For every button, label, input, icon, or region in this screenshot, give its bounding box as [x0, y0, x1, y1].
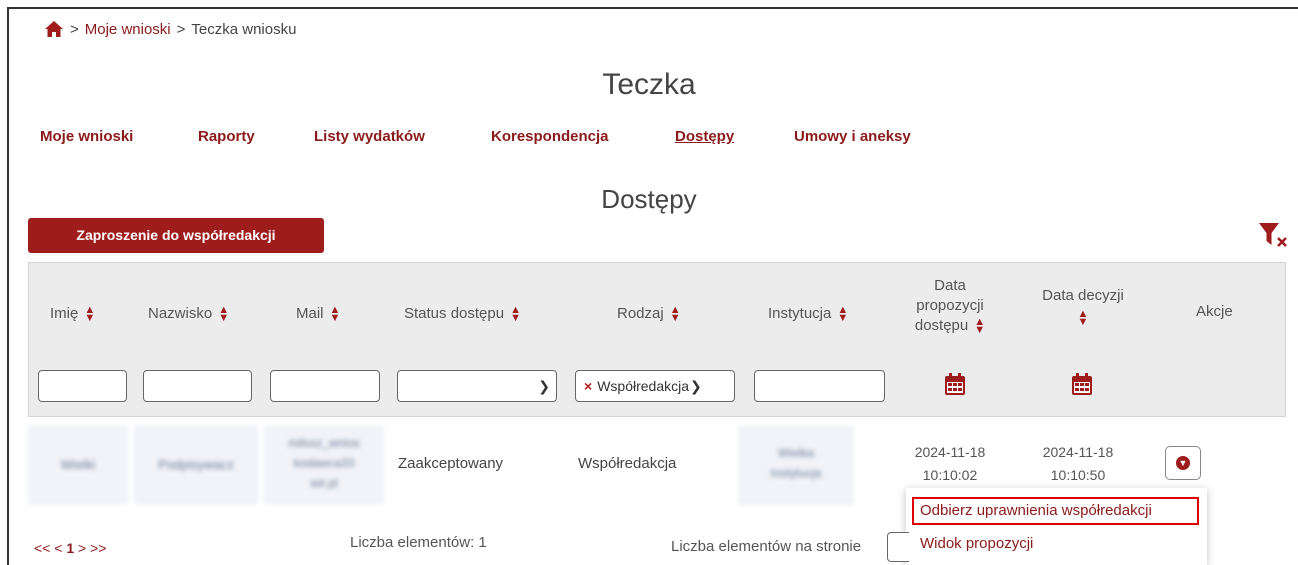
breadcrumb-link-moje-wnioski[interactable]: Moje wnioski — [85, 21, 171, 38]
filter-status-select[interactable]: ❯ — [397, 370, 557, 402]
remove-tag-icon[interactable]: × — [584, 378, 592, 394]
column-header-mail[interactable]: Mail ▲ ▼ — [296, 304, 340, 324]
column-label: Rodzaj — [617, 305, 664, 322]
sort-icon[interactable]: ▲ ▼ — [670, 305, 681, 324]
column-header-nazwisko[interactable]: Nazwisko ▲ ▼ — [148, 304, 229, 324]
calendar-icon[interactable] — [944, 372, 966, 396]
tab-moje-wnioski[interactable]: Moje wnioski — [40, 128, 133, 145]
cell-date: 2024-11-18 — [914, 444, 986, 460]
sort-icon[interactable]: ▲ ▼ — [218, 305, 229, 324]
pager-prev[interactable]: < — [54, 540, 62, 556]
column-label: Mail — [296, 305, 324, 322]
chevron-down-icon: ❯ — [538, 377, 550, 394]
cell-time: 10:10:02 — [922, 467, 978, 483]
column-label: Status dostępu — [404, 305, 505, 322]
column-label: dostępu — [914, 317, 969, 334]
filter-nazwisko-input[interactable] — [143, 370, 252, 402]
tab-raporty[interactable]: Raporty — [198, 128, 255, 145]
sort-icon[interactable]: ▲ ▼ — [330, 305, 341, 324]
tab-korespondencja[interactable]: Korespondencja — [491, 128, 609, 145]
column-label: Imię — [50, 305, 79, 322]
column-header-instytucja[interactable]: Instytucja ▲ ▼ — [768, 304, 848, 324]
column-label: Data decyzji — [1042, 287, 1124, 304]
column-header-data-decyzji[interactable]: Data decyzji ▲ ▼ — [1028, 286, 1138, 328]
column-label: propozycji — [916, 297, 984, 314]
cell-date: 2024-11-18 — [1042, 444, 1114, 460]
cell-time: 10:10:50 — [1050, 467, 1106, 483]
filter-clear-icon[interactable] — [1258, 222, 1288, 248]
chevron-down-icon: ❯ — [690, 377, 702, 394]
sort-icon[interactable]: ▲ ▼ — [510, 305, 521, 324]
per-page-select[interactable] — [887, 532, 909, 562]
filter-imie-input[interactable] — [38, 370, 127, 402]
tab-dostepy[interactable]: Dostępy — [675, 128, 734, 145]
sort-icon[interactable]: ▲ ▼ — [84, 305, 95, 324]
pager-current[interactable]: 1 — [66, 540, 74, 556]
cell-mail: milosz_wnios kodawca33 wir.pl — [264, 425, 384, 505]
tab-bar: Moje wnioski Raporty Listy wydatków Kore… — [0, 128, 1298, 150]
invite-coedit-button[interactable]: Zaproszenie do współredakcji — [28, 218, 324, 253]
cell-instytucja-line: Wielka — [777, 446, 814, 460]
sort-icon[interactable]: ▲ ▼ — [837, 305, 848, 324]
cell-mail-line: milosz_wnios — [288, 436, 360, 450]
column-header-imie[interactable]: Imię ▲ ▼ — [50, 304, 95, 324]
cell-instytucja: Wielka Instytucja — [738, 425, 854, 505]
column-header-data-propozycji[interactable]: Data propozycji dostępu ▲ ▼ — [900, 276, 1000, 336]
sort-icon[interactable]: ▲ ▼ — [974, 317, 985, 336]
column-label: Data — [934, 277, 966, 294]
column-header-rodzaj[interactable]: Rodzaj ▲ ▼ — [617, 304, 681, 324]
home-icon[interactable] — [44, 20, 64, 38]
breadcrumb-separator: > — [176, 20, 186, 38]
column-header-status[interactable]: Status dostępu ▲ ▼ — [404, 304, 521, 324]
chevron-circle-icon: ▼ — [1176, 456, 1190, 470]
cell-rodzaj: Współredakcja — [578, 455, 677, 472]
cell-data-propozycji: 2024-11-18 10:10:02 — [900, 441, 1000, 487]
filter-rodzaj-value: Współredakcja — [597, 378, 690, 394]
filter-instytucja-input[interactable] — [754, 370, 885, 402]
cell-instytucja-line: Instytucja — [770, 466, 822, 480]
cell-status: Zaakceptowany — [398, 455, 504, 472]
cell-nazwisko: Podpisywacz — [134, 425, 258, 505]
per-page-label: Liczba elementów na stronie — [671, 538, 862, 555]
page-title: Teczka — [602, 68, 696, 101]
filter-mail-input[interactable] — [270, 370, 380, 402]
cell-mail-line: kodawca33 — [293, 456, 355, 470]
breadcrumb-separator: > — [70, 20, 79, 38]
calendar-icon[interactable] — [1071, 372, 1093, 396]
menu-item-revoke-coedit[interactable]: Odbierz uprawnienia współredakcji — [912, 497, 1199, 525]
row-actions-button[interactable]: ▼ — [1165, 446, 1201, 480]
sort-icon[interactable]: ▲ ▼ — [1078, 309, 1089, 328]
column-header-akcje: Akcje — [1196, 303, 1233, 320]
element-count: Liczba elementów: 1 — [350, 534, 487, 551]
tab-umowy-i-aneksy[interactable]: Umowy i aneksy — [794, 128, 911, 145]
breadcrumb: > Moje wnioski > Teczka wniosku — [44, 20, 296, 38]
pager-first[interactable]: << — [34, 540, 50, 556]
pager-next[interactable]: > — [78, 540, 86, 556]
filter-rodzaj-select[interactable]: × Współredakcja ❯ — [575, 370, 735, 402]
breadcrumb-current: Teczka wniosku — [191, 20, 297, 38]
cell-mail-line: wir.pl — [310, 476, 338, 490]
section-title: Dostępy — [601, 184, 697, 214]
column-label: Nazwisko — [148, 305, 213, 322]
pagination: << < 1 > >> — [34, 540, 106, 556]
actions-dropdown-menu: Odbierz uprawnienia współredakcji Widok … — [906, 488, 1207, 565]
column-label: Instytucja — [768, 305, 832, 322]
tab-listy-wydatkow[interactable]: Listy wydatków — [314, 128, 425, 145]
menu-item-proposal-view[interactable]: Widok propozycji — [920, 535, 1033, 552]
cell-data-decyzji: 2024-11-18 10:10:50 — [1028, 441, 1128, 487]
pager-last[interactable]: >> — [90, 540, 106, 556]
cell-imie: Wielki — [28, 425, 128, 505]
